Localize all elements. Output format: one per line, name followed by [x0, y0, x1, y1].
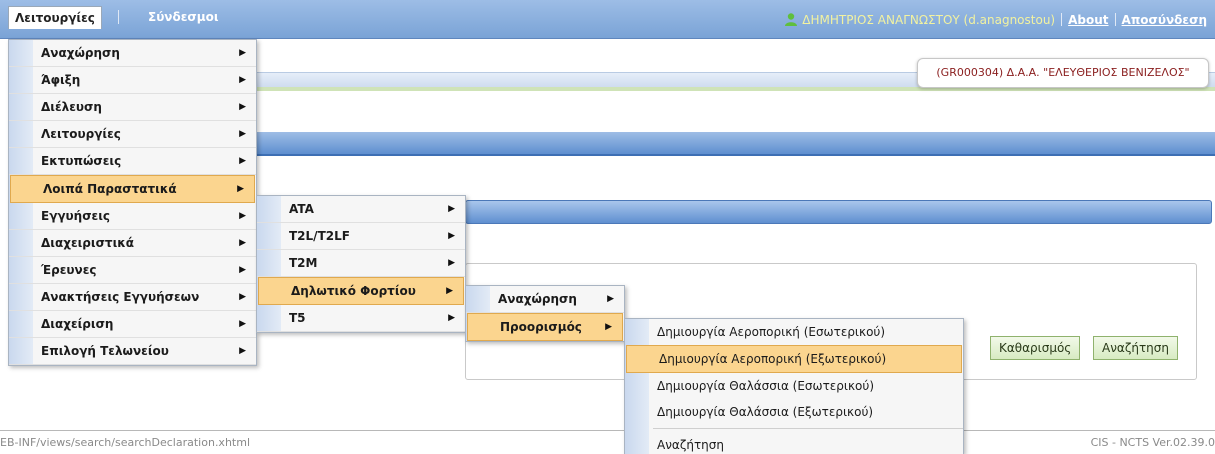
menu-item-ata[interactable]: ATA ▶	[257, 196, 465, 223]
menu-item-diacheiristika[interactable]: Διαχειριστικά ▶	[9, 230, 256, 257]
menu-level-2: ATA ▶ T2L/T2LF ▶ T2M ▶ Δηλωτικό Φορτίου ▶ T5…	[256, 195, 466, 333]
logout-link[interactable]: Αποσύνδεση	[1122, 13, 1207, 27]
menu-item-search[interactable]: Αναζήτηση	[625, 432, 963, 454]
menu-item-proorismos[interactable]: Προορισμός ▶	[467, 313, 623, 341]
chevron-right-icon: ▶	[239, 211, 246, 221]
menu-item-dielefsi[interactable]: Διέλευση ▶	[9, 94, 256, 121]
menu-item-anachorisi-manifest[interactable]: Αναχώρηση ▶	[466, 286, 624, 313]
chevron-right-icon: ▶	[448, 313, 455, 323]
chevron-right-icon: ▶	[239, 346, 246, 356]
menu-level-3: Αναχώρηση ▶ Προορισμός ▶	[465, 285, 625, 342]
menu-syndesmoi[interactable]: Σύνδεσμοι	[148, 6, 219, 28]
menu-item-engyiseis[interactable]: Εγγυήσεις ▶	[9, 203, 256, 230]
chevron-right-icon: ▶	[239, 48, 246, 58]
user-name: ΔΗΜΗΤΡΙΟΣ ΑΝΑΓΝΩΣΤΟΥ (d.anagnostou)	[802, 13, 1056, 27]
footer-divider	[0, 430, 1215, 431]
about-divider	[1114, 13, 1116, 26]
chevron-right-icon: ▶	[239, 238, 246, 248]
user-divider	[1061, 13, 1063, 26]
about-link[interactable]: About	[1068, 13, 1108, 27]
clear-button[interactable]: Καθαρισμός	[990, 336, 1081, 360]
user-icon	[785, 13, 798, 26]
menu-item-t5[interactable]: T5 ▶	[257, 305, 465, 332]
menu-item-create-air-domestic[interactable]: Δημιουργία Αεροπορική (Εσωτερικού)	[625, 319, 963, 345]
menu-item-loipa-parastatika[interactable]: Λοιπά Παραστατικά ▶	[10, 175, 255, 203]
chevron-right-icon: ▶	[446, 286, 453, 296]
menu-item-afixi[interactable]: Άφιξη ▶	[9, 67, 256, 94]
chevron-right-icon: ▶	[239, 319, 246, 329]
user-area: ΔΗΜΗΤΡΙΟΣ ΑΝΑΓΝΩΣΤΟΥ (d.anagnostou) About…	[784, 10, 1207, 30]
menu-item-epilogi-teloneiou[interactable]: Επιλογή Τελωνείου ▶	[9, 338, 256, 365]
menu-item-ektyposeis[interactable]: Εκτυπώσεις ▶	[9, 148, 256, 175]
menu-item-t2m[interactable]: T2M ▶	[257, 250, 465, 277]
menu-item-dilotiko-fortiou[interactable]: Δηλωτικό Φορτίου ▶	[258, 277, 464, 305]
chevron-right-icon: ▶	[239, 102, 246, 112]
menu-item-diacheirisi[interactable]: Διαχείριση ▶	[9, 311, 256, 338]
menu-item-anaktiseis[interactable]: Ανακτήσεις Εγγυήσεων ▶	[9, 284, 256, 311]
menu-item-create-sea-domestic[interactable]: Δημιουργία Θαλάσσια (Εσωτερικού)	[625, 373, 963, 399]
chevron-right-icon: ▶	[448, 258, 455, 268]
chevron-right-icon: ▶	[448, 204, 455, 214]
search-button[interactable]: Αναζήτηση	[1093, 336, 1178, 360]
chevron-right-icon: ▶	[239, 265, 246, 275]
chevron-right-icon: ▶	[448, 231, 455, 241]
chevron-right-icon: ▶	[239, 292, 246, 302]
menu-item-anachorisi[interactable]: Αναχώρηση ▶	[9, 40, 256, 67]
chevron-right-icon: ▶	[605, 322, 612, 332]
chevron-right-icon: ▶	[239, 156, 246, 166]
menu-level-4: Δημιουργία Αεροπορική (Εσωτερικού) Δημιο…	[624, 318, 964, 454]
menu-separator	[653, 428, 963, 429]
menubar-divider	[118, 10, 119, 24]
office-badge: (GR000304) Δ.Α.Α. "ΕΛΕΥΘΕΡΙΟΣ ΒΕΝΙΖΕΛΟΣ"	[917, 58, 1209, 88]
menu-item-create-air-foreign[interactable]: Δημιουργία Αεροπορική (Εξωτερικού)	[626, 345, 962, 373]
chevron-right-icon: ▶	[237, 184, 244, 194]
menu-item-erevnes[interactable]: Έρευνες ▶	[9, 257, 256, 284]
menu-leitourgies[interactable]: Λειτουργίες	[8, 6, 102, 29]
chevron-right-icon: ▶	[607, 294, 614, 304]
menu-item-t2l[interactable]: T2L/T2LF ▶	[257, 223, 465, 250]
menu-item-leitourgies[interactable]: Λειτουργίες ▶	[9, 121, 256, 148]
chevron-right-icon: ▶	[239, 75, 246, 85]
menu-item-create-sea-foreign[interactable]: Δημιουργία Θαλάσσια (Εξωτερικού)	[625, 399, 963, 425]
footer-version: CIS - NCTS Ver.02.39.0	[1090, 436, 1215, 449]
top-menubar: Λειτουργίες Σύνδεσμοι ΔΗΜΗΤΡΙΟΣ ΑΝΑΓΝΩΣΤ…	[0, 0, 1215, 39]
menu-level-1: Αναχώρηση ▶ Άφιξη ▶ Διέλευση ▶ Λειτουργίες ▶…	[8, 39, 257, 366]
footer-path: EB-INF/views/search/searchDeclaration.xh…	[0, 436, 251, 449]
search-panel-header	[465, 200, 1212, 224]
chevron-right-icon: ▶	[239, 129, 246, 139]
title-bar	[255, 132, 1215, 156]
